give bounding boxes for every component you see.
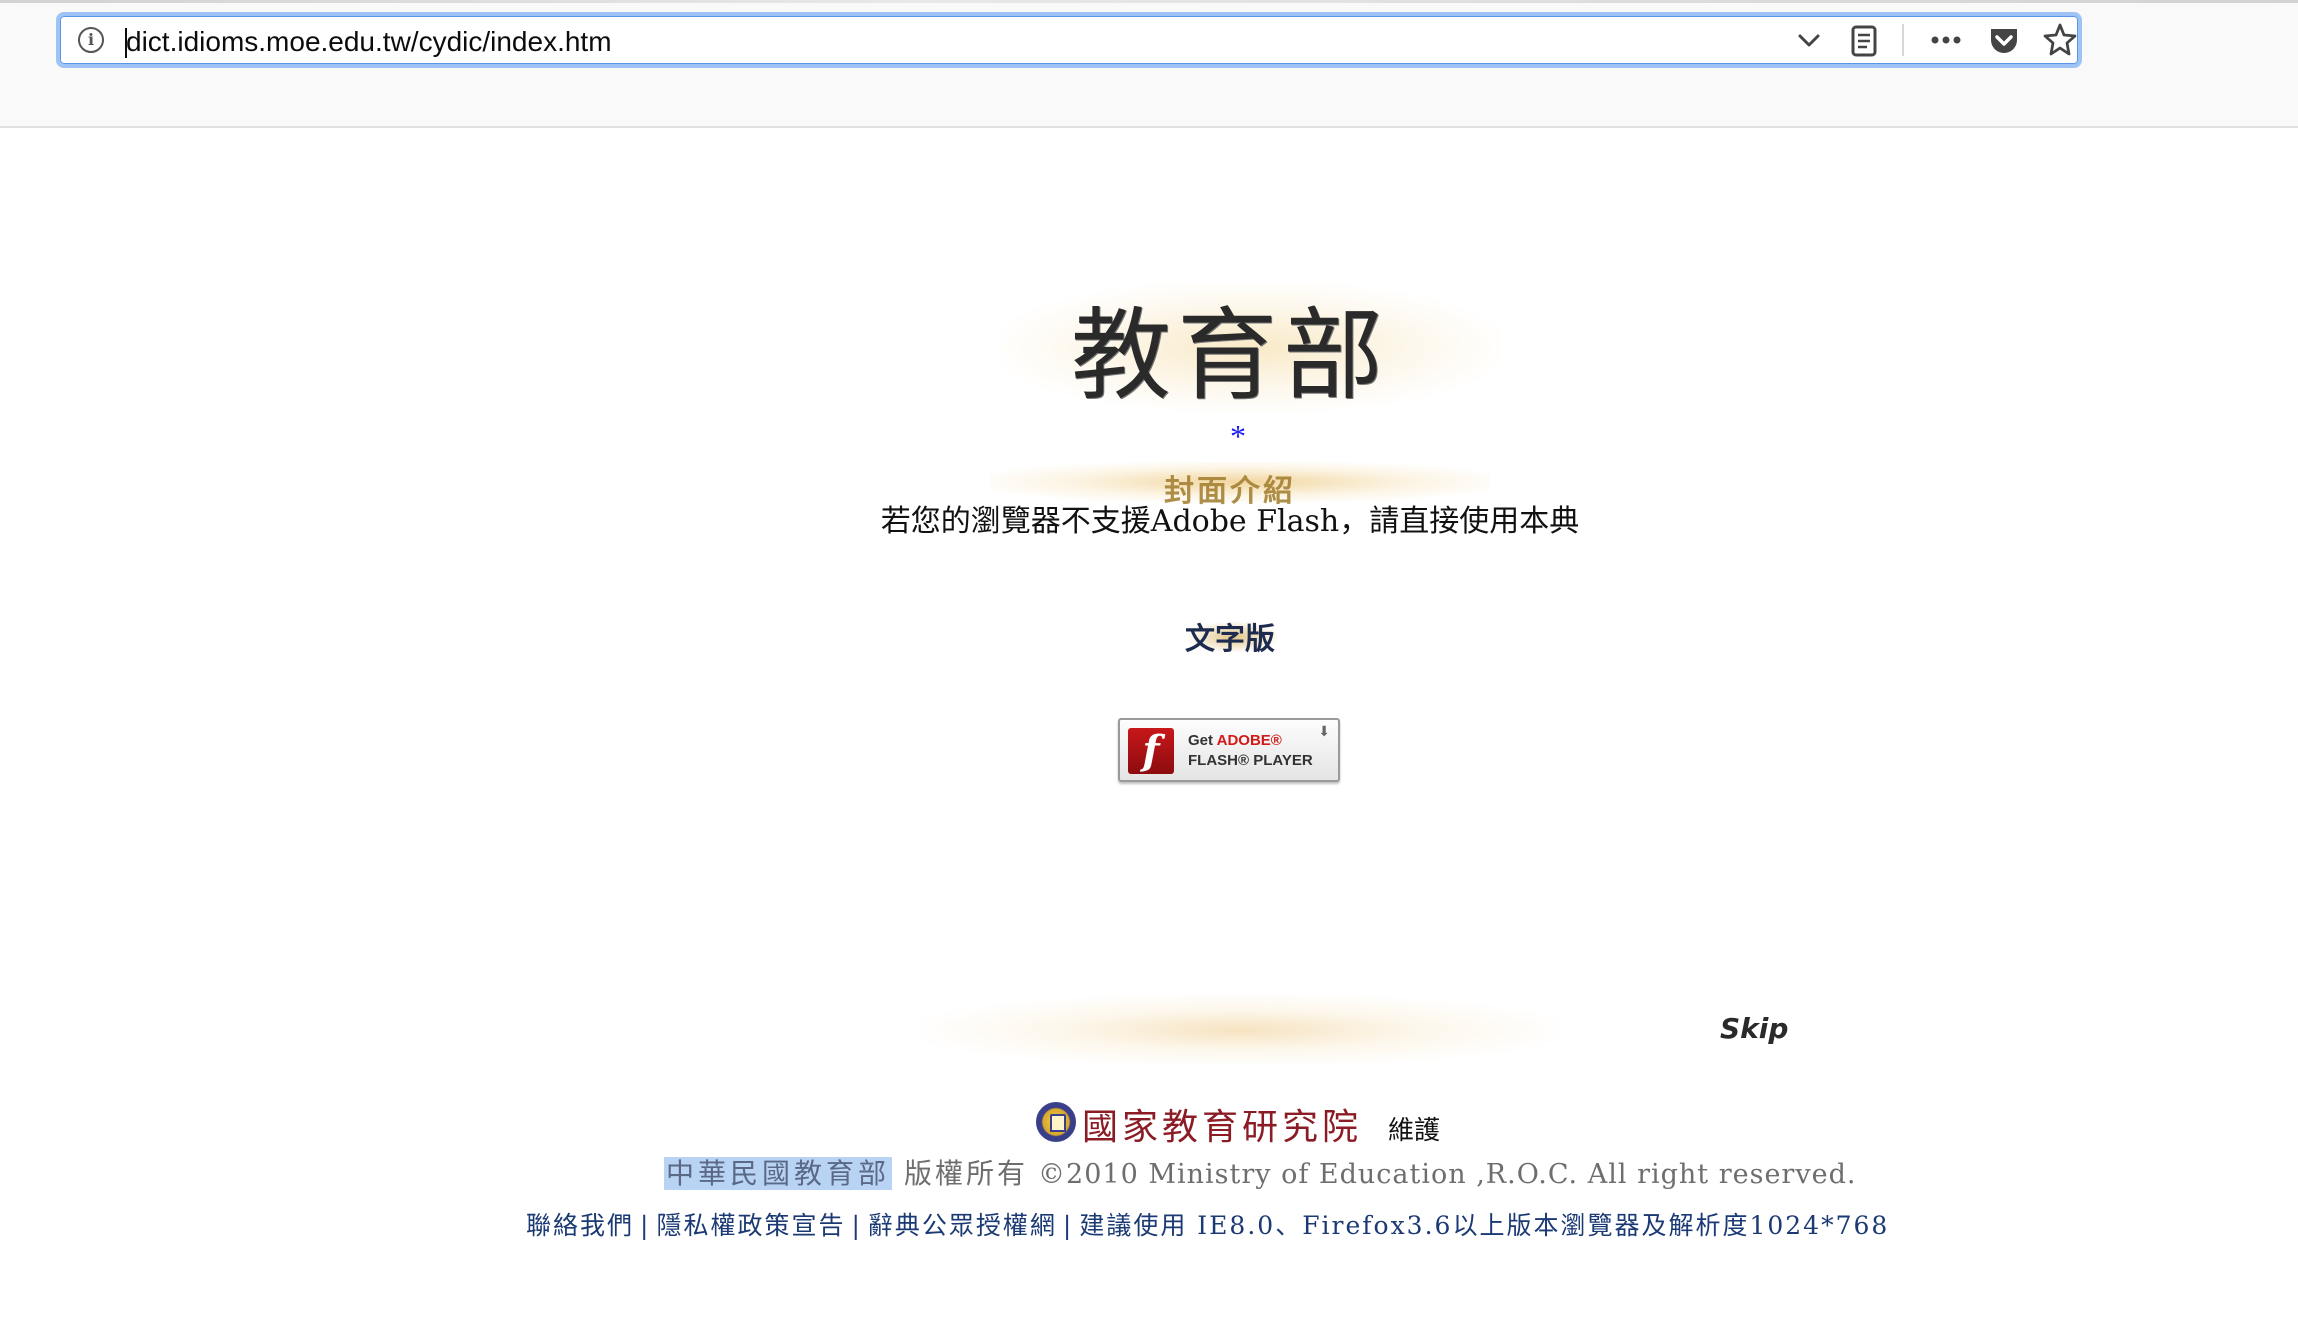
flash-badge-line1: Get ADOBE® [1188, 732, 1282, 749]
url-text[interactable]: dict.idioms.moe.edu.tw/cydic/index.htm [126, 26, 612, 58]
footer-glow [920, 994, 1560, 1066]
reader-view-icon[interactable] [1846, 20, 1882, 60]
pocket-icon[interactable] [1986, 20, 2022, 60]
privacy-policy-link[interactable]: 隱私權政策宣告 [656, 1211, 845, 1240]
maintained-label: 維護 [1388, 1116, 1441, 1146]
footer-links: 聯絡我們 | 隱私權政策宣告 | 辭典公眾授權網 | 建議使用 IE8.0、Firefox3… [526, 1206, 1889, 1242]
copyright-line: 中華民國教育部 版權所有 ©2010 Ministry of Education ,… [664, 1152, 1856, 1192]
bookmark-star-icon[interactable] [2042, 20, 2078, 60]
public-license-link[interactable]: 辭典公眾授權網 [868, 1211, 1057, 1240]
link-separator: | [640, 1211, 651, 1240]
naer-name-link[interactable]: 國家教育研究院 [1082, 1098, 1362, 1150]
address-bar[interactable]: i dict.idioms.moe.edu.tw/cydic/index.htm [56, 12, 2082, 68]
more-icon[interactable] [1926, 20, 1966, 60]
text-version-link[interactable]: 文字版 [1150, 614, 1310, 658]
download-arrow-icon: ⬇ [1318, 724, 1330, 740]
skip-link[interactable]: Skip [1720, 1012, 1788, 1045]
asterisk-link[interactable]: * [1228, 418, 1248, 455]
get-flash-player-button[interactable]: f Get ADOBE® FLASH® PLAYER ⬇ [1118, 718, 1340, 782]
browser-toolbar: i dict.idioms.moe.edu.tw/cydic/index.htm [0, 0, 2298, 128]
link-separator: | [851, 1211, 862, 1240]
info-icon[interactable]: i [78, 27, 104, 53]
naer-credit: 國家教育研究院 維護 [1036, 1098, 1456, 1148]
flash-logo-icon: f [1128, 728, 1174, 774]
contact-us-link[interactable]: 聯絡我們 [526, 1211, 634, 1240]
link-separator: | [1062, 1211, 1074, 1240]
naer-emblem-icon [1036, 1102, 1076, 1142]
rights-en: ©2010 Ministry of Education ,R.O.C. All … [1038, 1159, 1857, 1190]
chevron-down-icon[interactable] [1794, 20, 1824, 60]
rights-cn: 版權所有 [904, 1157, 1029, 1190]
tab-strip-edge [0, 0, 2298, 3]
ministry-name: 中華民國教育部 [664, 1157, 893, 1190]
flash-notice: 若您的瀏覽器不支援Adobe Flash，請直接使用本典 [880, 504, 1580, 539]
flash-badge-line2: FLASH® PLAYER [1188, 752, 1313, 769]
moe-logo-text: 教育部 [1071, 297, 1389, 414]
toolbar-separator [1902, 24, 1904, 56]
browser-recommendation: 建議使用 IE8.0、Firefox3.6以上版本瀏覽器及解析度1024*768 [1079, 1211, 1890, 1240]
